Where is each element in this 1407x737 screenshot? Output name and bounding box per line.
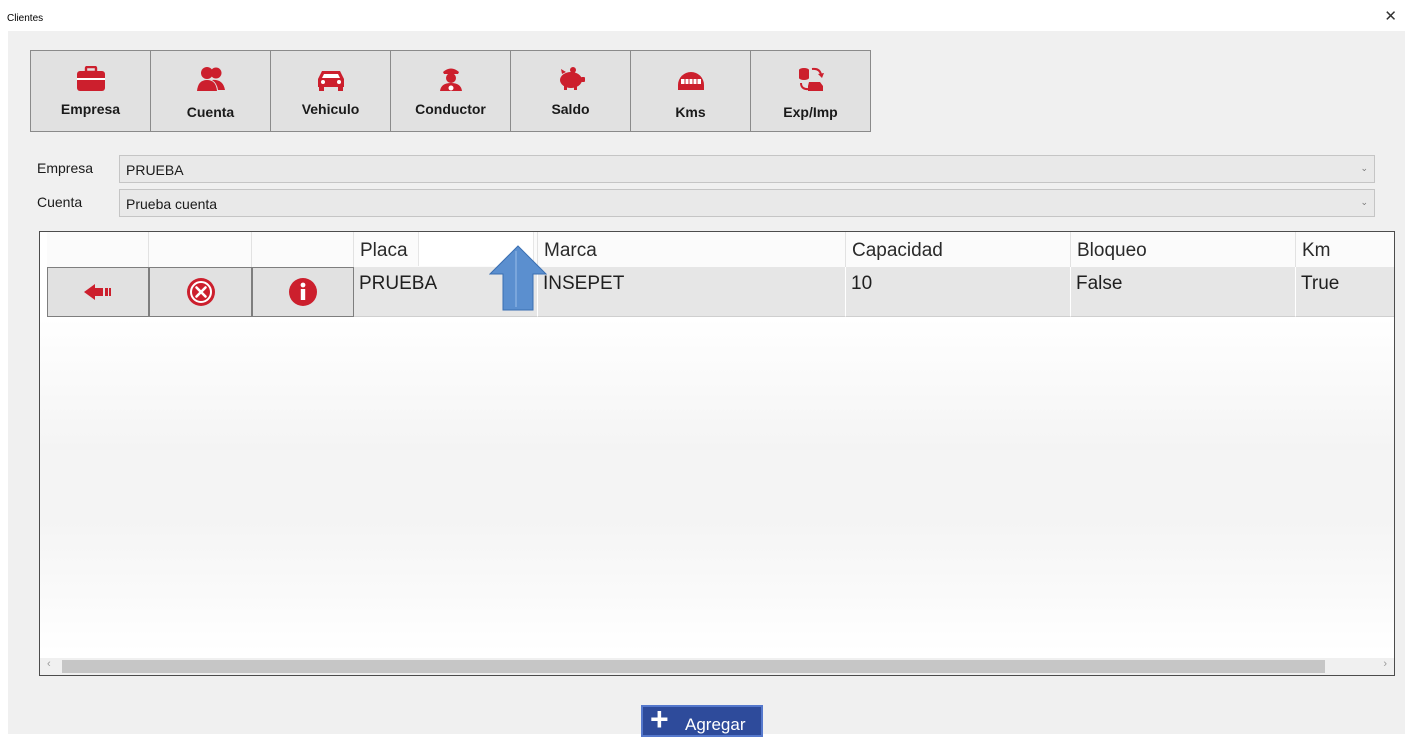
cuenta-label: Cuenta — [37, 194, 83, 210]
tab-conductor-label: Conductor — [415, 101, 486, 117]
briefcase-icon — [76, 66, 105, 91]
info-button[interactable] — [252, 267, 354, 317]
piggy-bank-icon — [559, 67, 585, 90]
column-header-capacidad-label: Capacidad — [852, 240, 943, 261]
column-header-blank — [252, 232, 354, 267]
client-area: Empresa Cuenta Vehiculo Conductor Saldo … — [8, 31, 1405, 737]
empresa-select[interactable]: PRUEBA ⌄ — [119, 155, 1375, 183]
tab-kms[interactable]: Kms — [630, 50, 751, 132]
window-title: Clientes — [7, 13, 44, 24]
scroll-right-icon[interactable]: › — [1383, 658, 1387, 670]
column-header-blank — [47, 232, 149, 267]
cell-capacidad[interactable]: 10 — [846, 267, 1071, 317]
scrollbar-thumb[interactable] — [62, 660, 1325, 673]
column-header-marca-label: Marca — [544, 240, 597, 261]
add-button-label: Agregar — [685, 715, 746, 734]
tab-vehiculo[interactable]: Vehiculo — [270, 50, 391, 132]
column-header-bloqueo[interactable]: Bloqueo — [1071, 232, 1296, 267]
tab-vehiculo-label: Vehiculo — [301, 101, 360, 117]
driver-icon — [439, 68, 462, 91]
tab-saldo[interactable]: Saldo — [510, 50, 631, 132]
empresa-select-value: PRUEBA — [126, 162, 184, 178]
column-header-blank — [149, 232, 252, 267]
column-header-placa-label: Placa — [360, 240, 408, 261]
tab-exp-imp-label: Exp/Imp — [783, 104, 838, 120]
cell-km[interactable]: True — [1296, 267, 1394, 317]
column-header-bloqueo-label: Bloqueo — [1077, 240, 1147, 261]
tab-cuenta-label: Cuenta — [186, 104, 235, 120]
cell-marca[interactable]: INSEPET — [538, 267, 846, 317]
tab-empresa-label: Empresa — [60, 101, 121, 117]
delete-button[interactable] — [149, 267, 252, 317]
back-button[interactable] — [47, 267, 149, 317]
column-header-marca[interactable]: Marca — [538, 232, 846, 267]
cell-bloqueo[interactable]: False — [1071, 267, 1296, 317]
column-header-km[interactable]: Km — [1296, 232, 1394, 267]
column-header-capacidad[interactable]: Capacidad — [846, 232, 1071, 267]
tab-cuenta[interactable]: Cuenta — [150, 50, 271, 132]
chevron-down-icon: ⌄ — [1360, 163, 1368, 173]
column-header-km-label: Km — [1302, 240, 1331, 261]
add-button[interactable]: + Agregar — [641, 701, 763, 737]
car-icon — [317, 71, 344, 91]
info-icon — [289, 278, 317, 306]
cuenta-select[interactable]: Prueba cuenta ⌄ — [119, 189, 1375, 217]
toolbar: Empresa Cuenta Vehiculo Conductor Saldo … — [30, 50, 871, 132]
remove-circle-icon — [186, 278, 215, 306]
users-icon — [196, 67, 225, 91]
table-row: PRUEBA INSEPET 10 False True — [47, 267, 1394, 317]
chevron-down-icon: ⌄ — [1360, 197, 1368, 207]
cuenta-select-value: Prueba cuenta — [126, 196, 218, 212]
arrow-left-icon — [84, 284, 111, 300]
export-import-icon — [798, 67, 824, 91]
title-bar: Clientes ✕ — [0, 0, 1407, 31]
horizontal-scrollbar[interactable]: ‹ › — [40, 658, 1394, 675]
tab-empresa[interactable]: Empresa — [30, 50, 151, 132]
sort-arrow-icon — [489, 245, 547, 311]
odometer-icon — [677, 72, 704, 90]
tab-saldo-label: Saldo — [551, 101, 590, 117]
empresa-label: Empresa — [37, 160, 94, 176]
plus-icon: + — [650, 701, 669, 737]
close-button[interactable]: ✕ — [1384, 9, 1397, 24]
vehicles-grid: Placa Marca Capacidad Bloqueo Km PRUEBA … — [39, 231, 1395, 676]
tab-kms-label: Kms — [675, 104, 706, 120]
tab-exp-imp[interactable]: Exp/Imp — [750, 50, 871, 132]
tab-conductor[interactable]: Conductor — [390, 50, 511, 132]
scroll-left-icon[interactable]: ‹ — [47, 658, 51, 670]
